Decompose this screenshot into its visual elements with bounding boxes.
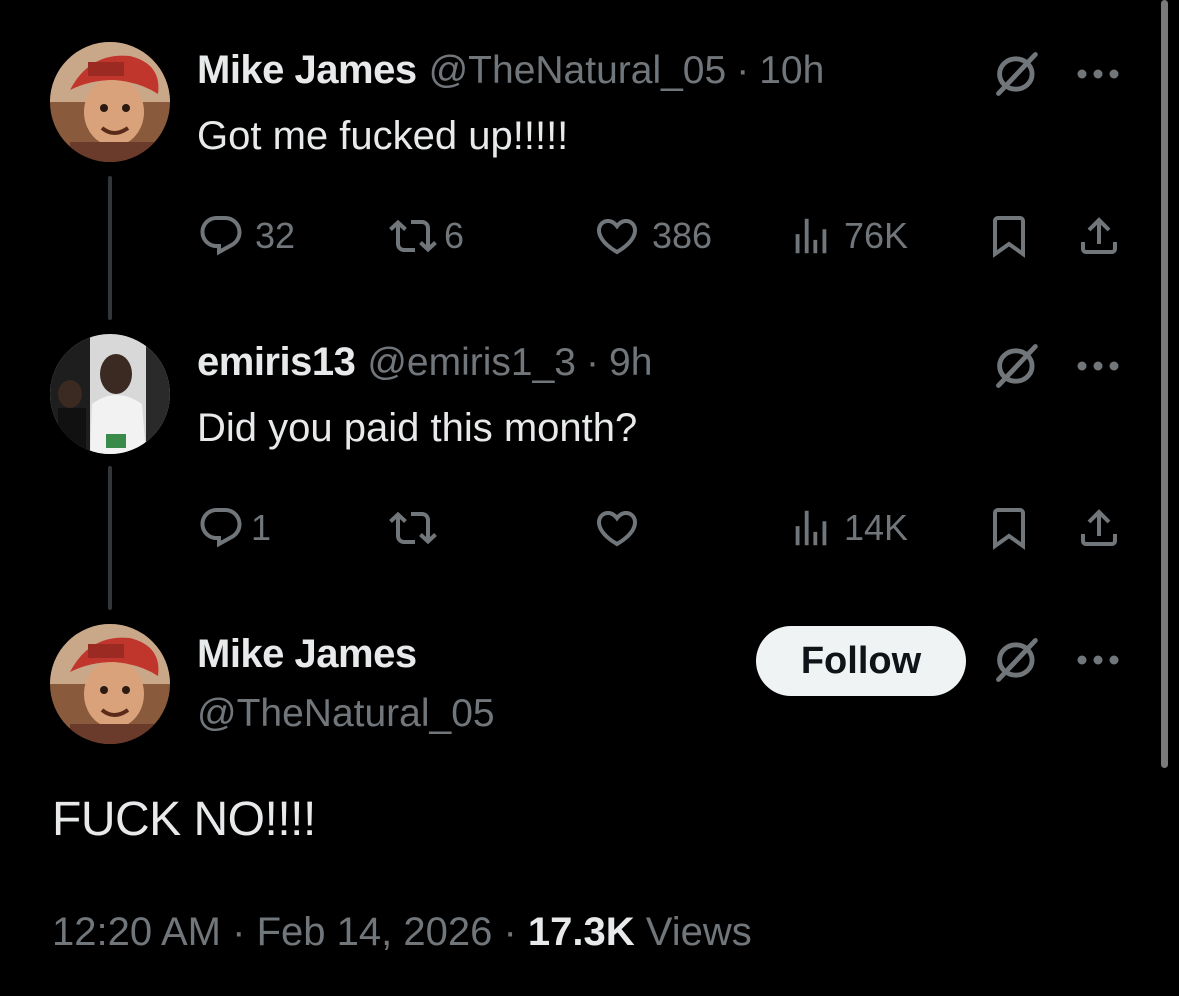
thread-line — [108, 466, 112, 610]
views-count: 76K — [844, 215, 909, 256]
retweet-icon — [388, 504, 438, 552]
bookmark-icon — [984, 212, 1034, 260]
author-handle[interactable]: @TheNatural_05 — [197, 692, 495, 736]
tweet-time[interactable]: 12:20 AM — [52, 910, 221, 954]
author-name[interactable]: Mike James — [197, 48, 417, 93]
bookmark-button[interactable] — [984, 504, 1034, 552]
scrollbar[interactable] — [1161, 0, 1168, 768]
reply-icon — [197, 504, 245, 552]
heart-icon — [592, 212, 642, 260]
retweet-button[interactable]: 6 — [388, 212, 464, 260]
timestamp[interactable]: 9h — [609, 341, 652, 385]
grok-icon[interactable] — [992, 634, 1044, 686]
views-icon — [788, 504, 834, 552]
share-button[interactable] — [1074, 212, 1124, 260]
reply-count: 1 — [251, 507, 272, 548]
tweet-text: Got me fucked up!!!!! — [197, 114, 569, 158]
views-button[interactable]: 76K — [788, 212, 908, 260]
tweet-text: FUCK NO!!!! — [52, 793, 316, 846]
share-icon — [1074, 504, 1124, 552]
avatar[interactable] — [50, 624, 170, 744]
tweet-header: Mike James @TheNatural_05 · 10h — [197, 48, 824, 93]
retweet-icon — [388, 212, 438, 260]
heart-icon — [592, 504, 642, 552]
retweet-count: 6 — [444, 215, 465, 256]
thread-line — [108, 176, 112, 320]
more-icon[interactable] — [1074, 66, 1122, 82]
author-name[interactable]: emiris13 — [197, 340, 356, 385]
grok-icon[interactable] — [992, 340, 1044, 392]
grok-icon[interactable] — [992, 48, 1044, 100]
tweet-text: Did you paid this month? — [197, 406, 638, 450]
separator: · — [503, 910, 517, 954]
separator: · — [586, 341, 599, 384]
author-handle[interactable]: @emiris1_3 — [367, 341, 576, 385]
like-button[interactable] — [592, 504, 642, 552]
views-count: 14K — [844, 507, 909, 548]
follow-button[interactable]: Follow — [756, 626, 966, 696]
reply-button[interactable]: 32 — [197, 212, 295, 260]
share-button[interactable] — [1074, 504, 1124, 552]
tweet-meta: 12:20 AM · Feb 14, 2026 · 17.3K Views — [52, 910, 752, 955]
avatar[interactable] — [50, 42, 170, 162]
tweet-header: emiris13 @emiris1_3 · 9h — [197, 340, 652, 385]
reply-button[interactable]: 1 — [197, 504, 271, 552]
separator: · — [232, 910, 246, 954]
more-icon[interactable] — [1074, 358, 1122, 374]
retweet-button[interactable] — [388, 504, 438, 552]
views-button[interactable]: 14K — [788, 504, 908, 552]
views-count: 17.3K — [527, 910, 635, 954]
more-icon[interactable] — [1074, 652, 1122, 668]
like-button[interactable]: 386 — [592, 212, 712, 260]
reply-count: 32 — [255, 215, 296, 256]
author-handle[interactable]: @TheNatural_05 — [429, 49, 727, 93]
share-icon — [1074, 212, 1124, 260]
separator: · — [736, 49, 750, 92]
author-name[interactable]: Mike James — [197, 632, 417, 677]
avatar[interactable] — [50, 334, 170, 454]
views-icon — [788, 212, 834, 260]
timestamp[interactable]: 10h — [759, 49, 824, 93]
like-count: 386 — [652, 215, 713, 256]
reply-icon — [197, 212, 245, 260]
bookmark-button[interactable] — [984, 212, 1034, 260]
views-label: Views — [645, 910, 752, 954]
tweet-date[interactable]: Feb 14, 2026 — [257, 910, 493, 954]
bookmark-icon — [984, 504, 1034, 552]
